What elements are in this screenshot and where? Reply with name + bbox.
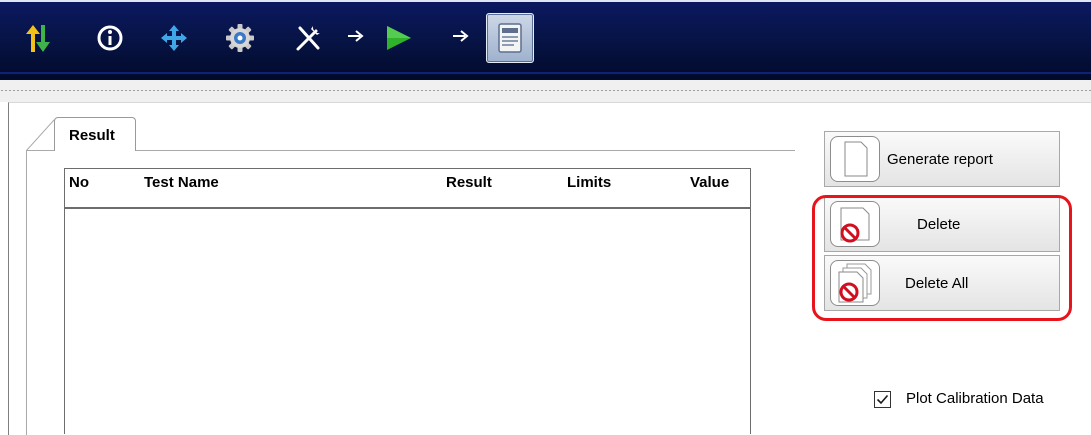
toolbar-underline [0,72,1091,74]
play-icon [387,26,411,50]
info-button[interactable] [88,16,132,60]
gear-icon [226,24,254,52]
main-toolbar [0,0,1091,80]
column-header-value[interactable]: Value [690,174,729,191]
generate-report-label: Generate report [887,151,993,168]
results-table[interactable]: No Test Name Result Limits Value [64,168,751,434]
checkmark-icon [876,394,889,405]
table-header: No Test Name Result Limits Value [65,169,750,209]
up-down-arrows-icon [26,25,50,52]
generate-report-button[interactable]: Generate report [824,131,1060,187]
run-button[interactable] [376,16,420,60]
plot-calibration-label[interactable]: Plot Calibration Data [906,390,1044,407]
splitter-grip[interactable] [0,89,1091,92]
transfer-button[interactable] [15,16,59,60]
arrow-right-icon [348,30,364,42]
report-icon [498,23,522,53]
info-icon [97,25,123,51]
column-header-limits[interactable]: Limits [567,174,611,191]
tools-button[interactable] [286,16,330,60]
report-button[interactable] [486,13,534,63]
tab-result[interactable]: Result [54,117,136,151]
blank-page-icon [830,136,880,182]
arrow-right-icon [453,30,469,42]
column-header-no[interactable]: No [69,174,89,191]
tab-label: Result [69,127,115,144]
column-header-result[interactable]: Result [446,174,492,191]
plot-calibration-checkbox[interactable] [874,391,891,408]
center-button[interactable] [152,16,196,60]
tools-icon [296,26,320,51]
highlight-annotation [812,195,1072,321]
settings-button[interactable] [218,16,262,60]
move-arrows-icon [161,25,187,51]
column-header-test-name[interactable]: Test Name [144,174,219,191]
